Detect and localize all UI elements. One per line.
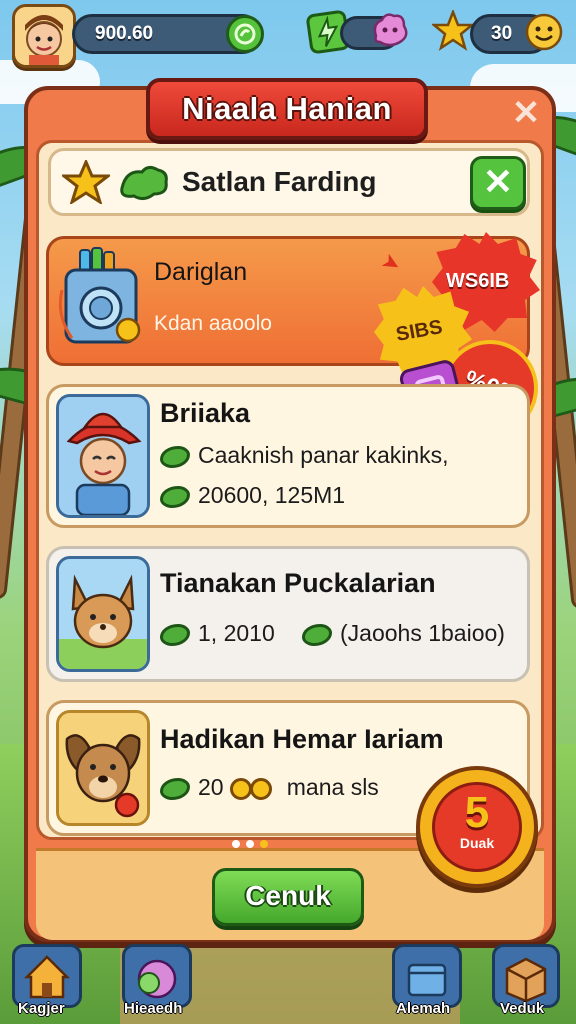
- score-value: 30: [491, 23, 513, 44]
- star-icon: [59, 158, 113, 209]
- dog-portrait-icon: [56, 710, 150, 826]
- card-title: Tianakan Puckalarian: [160, 568, 436, 598]
- card-subtitle: Kdan aaoolo: [154, 312, 272, 335]
- card-count-text: 1, 2010: [198, 620, 275, 646]
- leaf-icon: [160, 485, 190, 508]
- gold-star-icon: [430, 8, 476, 57]
- leaf-icon: [160, 623, 190, 646]
- reward-badge-number: 5: [464, 788, 490, 837]
- box-icon: [505, 957, 547, 1003]
- smiley-icon[interactable]: [524, 12, 564, 57]
- farmer-portrait-icon: [56, 394, 150, 518]
- card-reward: 20 mana sls: [160, 774, 379, 801]
- card-reward-text: mana sls: [286, 774, 379, 800]
- pink-blob-icon[interactable]: [370, 10, 410, 55]
- card-title: Hadikan Hemar Iariam: [160, 724, 444, 754]
- nav-veduk[interactable]: [492, 944, 560, 1008]
- dialog-title: Niaala Hanian: [182, 91, 392, 126]
- coin-icon: [250, 777, 273, 800]
- player-avatar[interactable]: [12, 4, 76, 68]
- sale-badge-yellow-text: SIBS: [394, 316, 445, 346]
- nav-label: Hieaedh: [124, 1000, 183, 1017]
- card-stats-text: 20600, 125M1: [198, 482, 346, 508]
- crate-icon: [407, 963, 447, 997]
- card-note: (Jaoohs 1baioo): [302, 620, 505, 647]
- close-dialog-button[interactable]: ✕: [506, 94, 546, 134]
- leaf-icon: [160, 445, 190, 468]
- house-icon: [23, 955, 71, 999]
- card-detail: Caaknish panar kakinks,: [160, 442, 449, 469]
- confirm-button-label: Cenuk: [245, 880, 331, 911]
- cabbage-icon: [137, 959, 177, 999]
- clear-search-button[interactable]: ✕: [470, 156, 526, 210]
- leaf-icon: [160, 777, 190, 800]
- card-title: Briiaka: [160, 398, 251, 428]
- washing-machine-icon: [58, 246, 150, 357]
- nav-kagjer[interactable]: [12, 944, 82, 1008]
- reward-badge[interactable]: 5 Duak: [416, 766, 538, 888]
- nav-label: Veduk: [500, 1000, 545, 1017]
- card-title: Dariglan: [154, 258, 248, 286]
- currency-value: 900.60: [95, 23, 154, 44]
- fox-portrait-icon: [56, 556, 150, 672]
- player-face-icon: [15, 7, 73, 65]
- nav-hieaedh[interactable]: [122, 944, 192, 1008]
- leaf-icon: [118, 164, 170, 207]
- coin-icon: [229, 777, 252, 800]
- add-currency-button[interactable]: [226, 15, 264, 53]
- card-stats: 20600, 125M1: [160, 482, 345, 509]
- card-reward-amount: 20: [198, 774, 224, 800]
- card-count: 1, 2010: [160, 620, 275, 647]
- nav-label: Kagjer: [18, 1000, 65, 1017]
- reward-badge-label: Duak: [459, 835, 495, 851]
- card-detail-text: Caaknish panar kakinks,: [198, 442, 449, 468]
- nav-alemah[interactable]: [392, 944, 462, 1008]
- nav-label: Alemah: [396, 1000, 451, 1017]
- confirm-button[interactable]: Cenuk: [212, 868, 364, 926]
- search-query: Satlan Farding: [182, 166, 377, 197]
- leaf-icon: [302, 623, 332, 646]
- reward-badge-core: 5 Duak: [432, 782, 522, 872]
- leaf-coin-icon: [234, 23, 256, 45]
- sale-badge-red-text: WS6IB: [446, 270, 510, 292]
- card-note-text: (Jaoohs 1baioo): [340, 620, 505, 646]
- dialog-title-banner: Niaala Hanian: [146, 78, 428, 140]
